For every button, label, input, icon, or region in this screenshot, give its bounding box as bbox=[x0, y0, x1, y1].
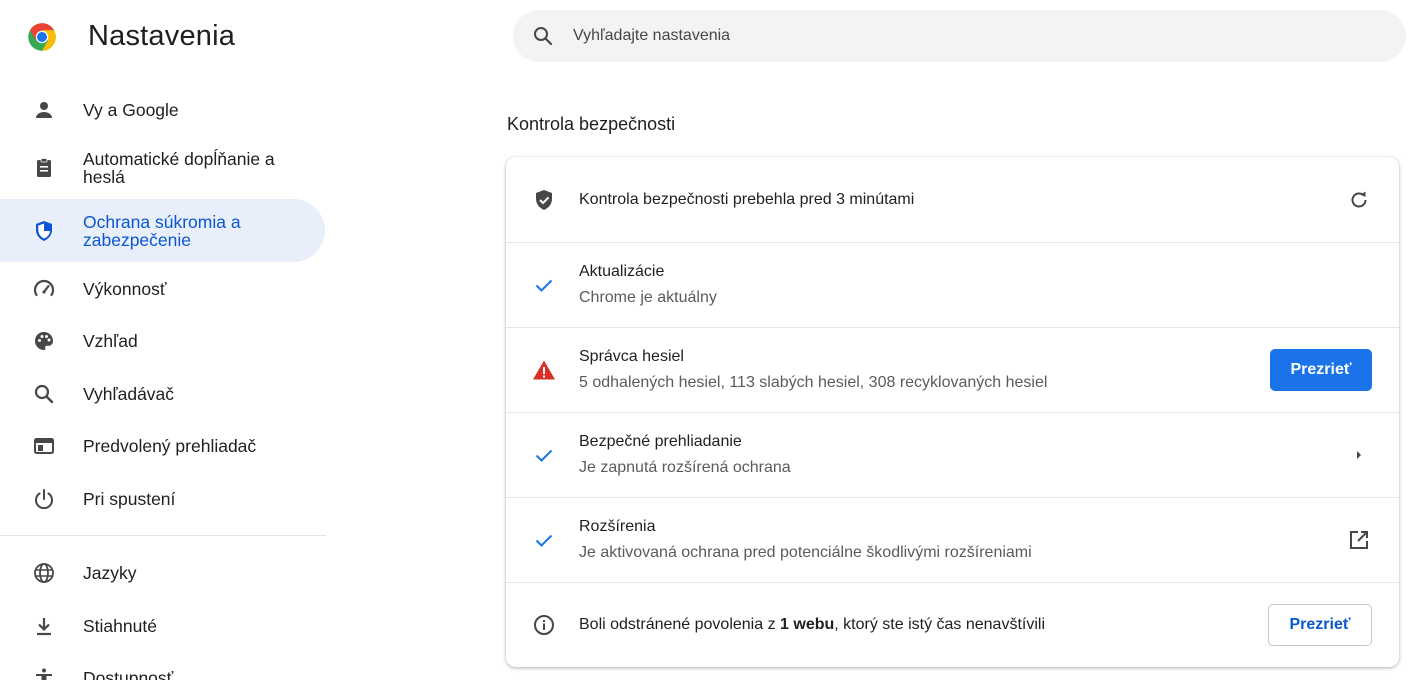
row-subtitle: Je zapnutá rozšírená ochrana bbox=[579, 459, 791, 476]
sidebar-item-label: Jazyky bbox=[83, 563, 137, 583]
checkmark-icon bbox=[535, 449, 553, 462]
download-icon bbox=[37, 618, 51, 636]
row-title-post: , ktorý ste istý čas nenavštívili bbox=[834, 616, 1045, 633]
search-icon bbox=[34, 384, 54, 404]
section-title: Kontrola bezpečnosti bbox=[507, 114, 676, 134]
sidebar-item-label: Vy a Google bbox=[83, 100, 179, 120]
person-icon bbox=[36, 102, 52, 118]
warning-icon bbox=[533, 360, 555, 380]
sidebar-item-label: Vyhľadávač bbox=[83, 384, 175, 404]
updates-row: Aktualizácie Chrome je aktuálny bbox=[506, 243, 1399, 328]
arrow-right-icon[interactable] bbox=[1347, 443, 1371, 467]
row-subtitle: 5 odhalených hesiel, 113 slabých hesiel,… bbox=[579, 374, 1048, 391]
open-in-new-icon[interactable] bbox=[1347, 528, 1371, 552]
sidebar-item-label: Dostupnosť bbox=[83, 668, 174, 680]
password-manager-row: Správca hesiel 5 odhalených hesiel, 113 … bbox=[506, 328, 1399, 413]
checkmark-icon bbox=[535, 534, 553, 547]
sidebar-item-on-startup[interactable]: Pri spustení bbox=[0, 473, 325, 525]
page-title: Nastavenia bbox=[88, 20, 236, 52]
safe-browsing-row[interactable]: Bezpečné prehliadanie Je zapnutá rozšíre… bbox=[506, 413, 1399, 498]
search-input[interactable] bbox=[573, 20, 1373, 52]
sidebar-item-search-engine[interactable]: Vyhľadávač bbox=[0, 368, 325, 420]
sidebar-divider bbox=[0, 535, 326, 536]
safety-check-status: Kontrola bezpečnosti prebehla pred 3 min… bbox=[579, 190, 915, 208]
chrome-logo-icon bbox=[28, 23, 56, 51]
row-title-bold: 1 webu bbox=[780, 616, 835, 633]
sidebar-item-label: Stiahnuté bbox=[83, 616, 157, 636]
row-title: Bezpečné prehliadanie bbox=[579, 433, 742, 450]
info-icon bbox=[534, 615, 554, 635]
shield-icon bbox=[36, 220, 52, 241]
review-permissions-button[interactable]: Prezrieť bbox=[1268, 604, 1372, 646]
row-title: Správca hesiel bbox=[579, 348, 684, 365]
search-icon bbox=[534, 27, 553, 46]
sidebar-item-default-browser[interactable]: Predvolený prehliadač bbox=[0, 420, 325, 472]
row-subtitle: Je aktivovaná ochrana pred potenciálne š… bbox=[579, 544, 1032, 561]
sidebar-item-performance[interactable]: Výkonnosť bbox=[0, 263, 325, 315]
row-title: Boli odstránené povolenia z 1 webu, ktor… bbox=[579, 612, 1045, 638]
shield-check-icon bbox=[536, 189, 552, 210]
globe-icon bbox=[34, 563, 54, 583]
sidebar-item-accessibility[interactable]: Dostupnosť bbox=[0, 652, 325, 680]
browser-window-icon bbox=[34, 438, 54, 454]
clipboard-icon bbox=[37, 158, 51, 177]
review-passwords-button[interactable]: Prezrieť bbox=[1270, 349, 1372, 391]
sidebar-item-label: Pri spustení bbox=[83, 489, 176, 509]
row-title: Rozšírenia bbox=[579, 518, 656, 535]
extensions-row: Rozšírenia Je aktivovaná ochrana pred po… bbox=[506, 498, 1399, 583]
sidebar-item-languages[interactable]: Jazyky bbox=[0, 547, 325, 599]
palette-icon bbox=[35, 332, 53, 350]
sidebar-item-privacy-security[interactable]: Ochrana súkromia a zabezpečenie bbox=[0, 199, 325, 262]
sidebar-item-autofill[interactable]: Automatické dopĺňanie a heslá bbox=[0, 142, 325, 194]
safety-check-card: Kontrola bezpečnosti prebehla pred 3 min… bbox=[506, 157, 1399, 667]
sidebar-item-label: Výkonnosť bbox=[83, 279, 167, 299]
speedometer-icon bbox=[33, 279, 55, 297]
refresh-icon[interactable] bbox=[1347, 188, 1371, 212]
row-subtitle: Chrome je aktuálny bbox=[579, 289, 717, 306]
row-title: Aktualizácie bbox=[579, 263, 665, 280]
sidebar-item-downloads[interactable]: Stiahnuté bbox=[0, 600, 325, 652]
sidebar-item-you-and-google[interactable]: Vy a Google bbox=[0, 84, 325, 136]
row-title-pre: Boli odstránené povolenia z bbox=[579, 616, 781, 633]
sidebar-item-label: Ochrana súkromia a zabezpečenie bbox=[83, 211, 241, 250]
unused-permissions-row: Boli odstránené povolenia z 1 webu, ktor… bbox=[506, 583, 1399, 667]
sidebar-item-label: Vzhľad bbox=[83, 331, 138, 351]
sidebar-item-label: Automatické dopĺňanie a heslá bbox=[83, 149, 275, 187]
sidebar-item-label: Predvolený prehliadač bbox=[83, 436, 257, 456]
safety-check-summary-row: Kontrola bezpečnosti prebehla pred 3 min… bbox=[506, 157, 1399, 243]
checkmark-icon bbox=[535, 279, 553, 292]
power-icon bbox=[35, 489, 53, 510]
accessibility-icon bbox=[36, 668, 52, 680]
search-bar[interactable] bbox=[513, 10, 1406, 62]
sidebar-item-appearance[interactable]: Vzhľad bbox=[0, 315, 325, 367]
